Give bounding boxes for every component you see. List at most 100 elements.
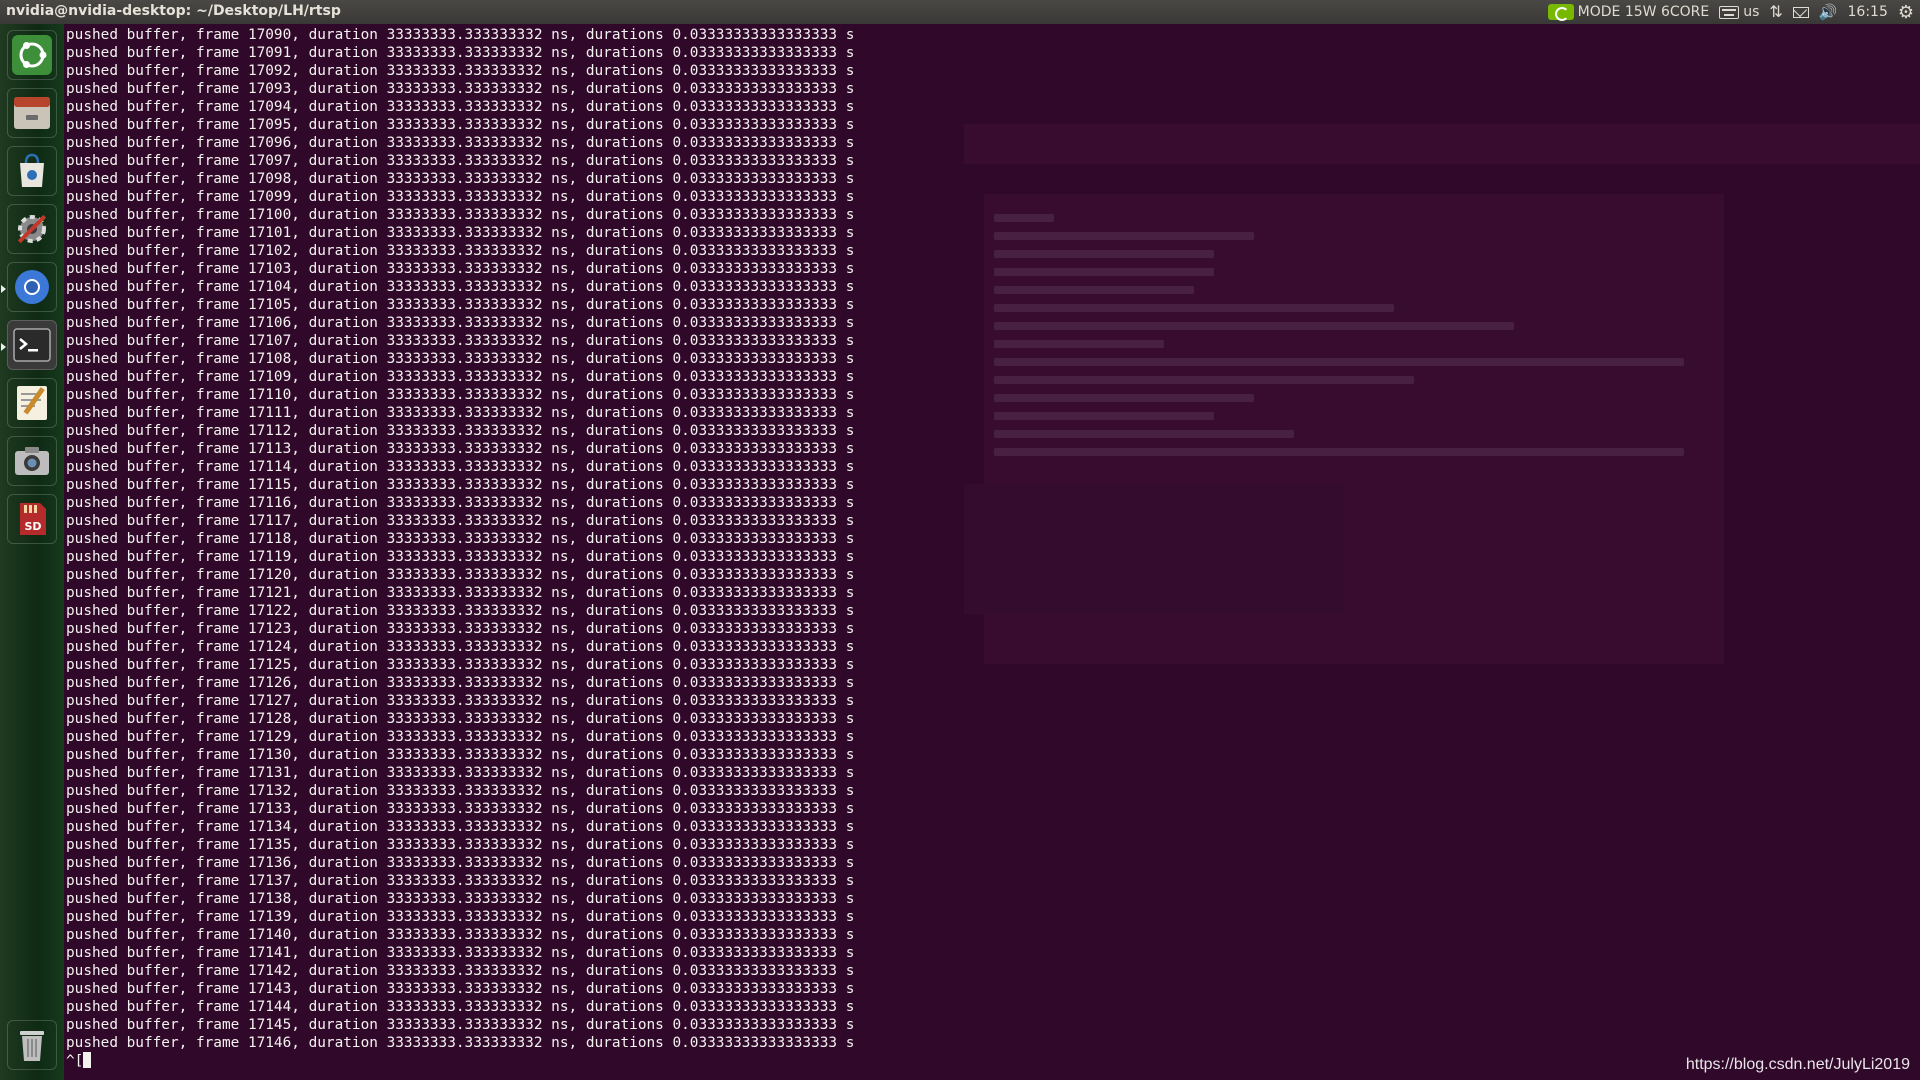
- launcher-terminal[interactable]: [1, 320, 57, 370]
- terminal-output: pushed buffer, frame 17090, duration 333…: [66, 26, 854, 1070]
- gear-icon: ⚙: [1897, 1, 1914, 23]
- nvidia-power-indicator[interactable]: MODE 15W 6CORE: [1547, 4, 1710, 21]
- ubuntu-home-icon: [12, 35, 52, 75]
- terminal-line: pushed buffer, frame 17142, duration 333…: [66, 963, 855, 979]
- terminal-line: pushed buffer, frame 17096, duration 333…: [66, 135, 855, 151]
- launcher-trash[interactable]: [7, 1020, 57, 1070]
- keyboard-icon: [1719, 5, 1740, 19]
- terminal-line: pushed buffer, frame 17108, duration 333…: [66, 351, 855, 367]
- terminal-line: pushed buffer, frame 17110, duration 333…: [66, 387, 855, 403]
- mail-icon: [1792, 6, 1809, 18]
- terminal-line: pushed buffer, frame 17113, duration 333…: [66, 441, 855, 457]
- running-indicator: [1, 285, 6, 293]
- terminal-line: pushed buffer, frame 17091, duration 333…: [66, 45, 855, 61]
- terminal-line: pushed buffer, frame 17119, duration 333…: [66, 549, 855, 565]
- software-center-icon: [20, 153, 44, 187]
- terminal-line: pushed buffer, frame 17128, duration 333…: [66, 711, 855, 727]
- launcher-files[interactable]: [7, 88, 57, 138]
- terminal-line: pushed buffer, frame 17131, duration 333…: [66, 765, 855, 781]
- terminal-line: pushed buffer, frame 17140, duration 333…: [66, 927, 855, 943]
- terminal-line: pushed buffer, frame 17095, duration 333…: [66, 117, 855, 133]
- indicator-area: MODE 15W 6CORE us ⇅ 🔊 16:15 ⚙: [1547, 0, 1914, 24]
- terminal-line: pushed buffer, frame 17093, duration 333…: [66, 81, 855, 97]
- launcher-software-center[interactable]: [7, 146, 57, 196]
- terminal-line: pushed buffer, frame 17122, duration 333…: [66, 603, 855, 619]
- terminal-line: pushed buffer, frame 17094, duration 333…: [66, 99, 855, 115]
- terminal-line: pushed buffer, frame 17116, duration 333…: [66, 495, 855, 511]
- terminal-line: pushed buffer, frame 17125, duration 333…: [66, 657, 855, 673]
- clock: 16:15: [1847, 4, 1888, 20]
- terminal-line: pushed buffer, frame 17090, duration 333…: [66, 27, 855, 43]
- terminal-line: pushed buffer, frame 17101, duration 333…: [66, 225, 855, 241]
- terminal-line: pushed buffer, frame 17097, duration 333…: [66, 153, 855, 169]
- launcher: SD: [0, 24, 65, 1080]
- terminal-window[interactable]: pushed buffer, frame 17090, duration 333…: [64, 24, 1920, 1080]
- terminal-line: pushed buffer, frame 17117, duration 333…: [66, 513, 855, 529]
- terminal-line: pushed buffer, frame 17118, duration 333…: [66, 531, 855, 547]
- files-icon: [14, 97, 50, 129]
- messaging-indicator[interactable]: [1792, 6, 1809, 18]
- launcher-sd-card[interactable]: SD: [7, 494, 57, 544]
- terminal-line: pushed buffer, frame 17133, duration 333…: [66, 801, 855, 817]
- chromium-icon: [15, 270, 49, 304]
- terminal-line: pushed buffer, frame 17104, duration 333…: [66, 279, 855, 295]
- terminal-line: pushed buffer, frame 17134, duration 333…: [66, 819, 855, 835]
- keyboard-indicator[interactable]: us: [1719, 4, 1759, 20]
- terminal-line: pushed buffer, frame 17114, duration 333…: [66, 459, 855, 475]
- terminal-line: pushed buffer, frame 17103, duration 333…: [66, 261, 855, 277]
- terminal-line: pushed buffer, frame 17135, duration 333…: [66, 837, 855, 853]
- launcher-ubuntu-home[interactable]: [7, 30, 57, 80]
- terminal-line: pushed buffer, frame 17092, duration 333…: [66, 63, 855, 79]
- text-editor-icon: [17, 386, 47, 420]
- terminal-line: pushed buffer, frame 17105, duration 333…: [66, 297, 855, 313]
- nvidia-icon: [1547, 4, 1574, 21]
- prompt-tail: ^[: [66, 1053, 84, 1069]
- terminal-line: pushed buffer, frame 17099, duration 333…: [66, 189, 855, 205]
- launcher-text-editor[interactable]: [7, 378, 57, 428]
- launcher-chromium[interactable]: [1, 262, 57, 312]
- terminal-line: pushed buffer, frame 17106, duration 333…: [66, 315, 855, 331]
- terminal-line: pushed buffer, frame 17115, duration 333…: [66, 477, 855, 493]
- terminal-line: pushed buffer, frame 17109, duration 333…: [66, 369, 855, 385]
- network-indicator[interactable]: ⇅: [1769, 4, 1782, 20]
- terminal-line: pushed buffer, frame 17129, duration 333…: [66, 729, 855, 745]
- trash-icon: [20, 1031, 44, 1061]
- terminal-line: pushed buffer, frame 17098, duration 333…: [66, 171, 855, 187]
- terminal-line: pushed buffer, frame 17124, duration 333…: [66, 639, 855, 655]
- launcher-system-settings[interactable]: [7, 204, 57, 254]
- terminal-line: pushed buffer, frame 17138, duration 333…: [66, 891, 855, 907]
- text-cursor: [83, 1052, 92, 1068]
- terminal-line: pushed buffer, frame 17136, duration 333…: [66, 855, 855, 871]
- sd-card-icon: SD: [20, 503, 46, 535]
- terminal-line: pushed buffer, frame 17146, duration 333…: [66, 1035, 855, 1051]
- system-settings-icon: [17, 214, 47, 244]
- terminal-prompt-line[interactable]: ^[: [66, 1052, 854, 1070]
- clock-indicator[interactable]: 16:15: [1848, 4, 1888, 20]
- power-mode-label: MODE 15W 6CORE: [1577, 4, 1710, 20]
- terminal-line: pushed buffer, frame 17123, duration 333…: [66, 621, 855, 637]
- running-indicator: [1, 343, 6, 351]
- sound-indicator[interactable]: 🔊: [1819, 3, 1838, 21]
- terminal-line: pushed buffer, frame 17111, duration 333…: [66, 405, 855, 421]
- svg-text:SD: SD: [24, 520, 41, 533]
- terminal-line: pushed buffer, frame 17100, duration 333…: [66, 207, 855, 223]
- terminal-line: pushed buffer, frame 17126, duration 333…: [66, 675, 855, 691]
- terminal-line: pushed buffer, frame 17130, duration 333…: [66, 747, 855, 763]
- keyboard-layout-label: us: [1743, 4, 1760, 20]
- terminal-line: pushed buffer, frame 17127, duration 333…: [66, 693, 855, 709]
- terminal-icon: [13, 328, 51, 362]
- screenshot-camera-icon: [15, 447, 49, 475]
- terminal-line: pushed buffer, frame 17139, duration 333…: [66, 909, 855, 925]
- volume-icon: 🔊: [1818, 3, 1838, 21]
- watermark: https://blog.csdn.net/JulyLi2019: [1685, 1056, 1910, 1073]
- terminal-line: pushed buffer, frame 17112, duration 333…: [66, 423, 855, 439]
- session-indicator[interactable]: ⚙: [1898, 2, 1914, 23]
- terminal-line: pushed buffer, frame 17132, duration 333…: [66, 783, 855, 799]
- launcher-screenshot[interactable]: [7, 436, 57, 486]
- network-arrows-icon: ⇅: [1769, 2, 1783, 21]
- terminal-line: pushed buffer, frame 17144, duration 333…: [66, 999, 855, 1015]
- terminal-line: pushed buffer, frame 17145, duration 333…: [66, 1017, 855, 1033]
- terminal-line: pushed buffer, frame 17107, duration 333…: [66, 333, 855, 349]
- terminal-line: pushed buffer, frame 17143, duration 333…: [66, 981, 855, 997]
- terminal-line: pushed buffer, frame 17137, duration 333…: [66, 873, 855, 889]
